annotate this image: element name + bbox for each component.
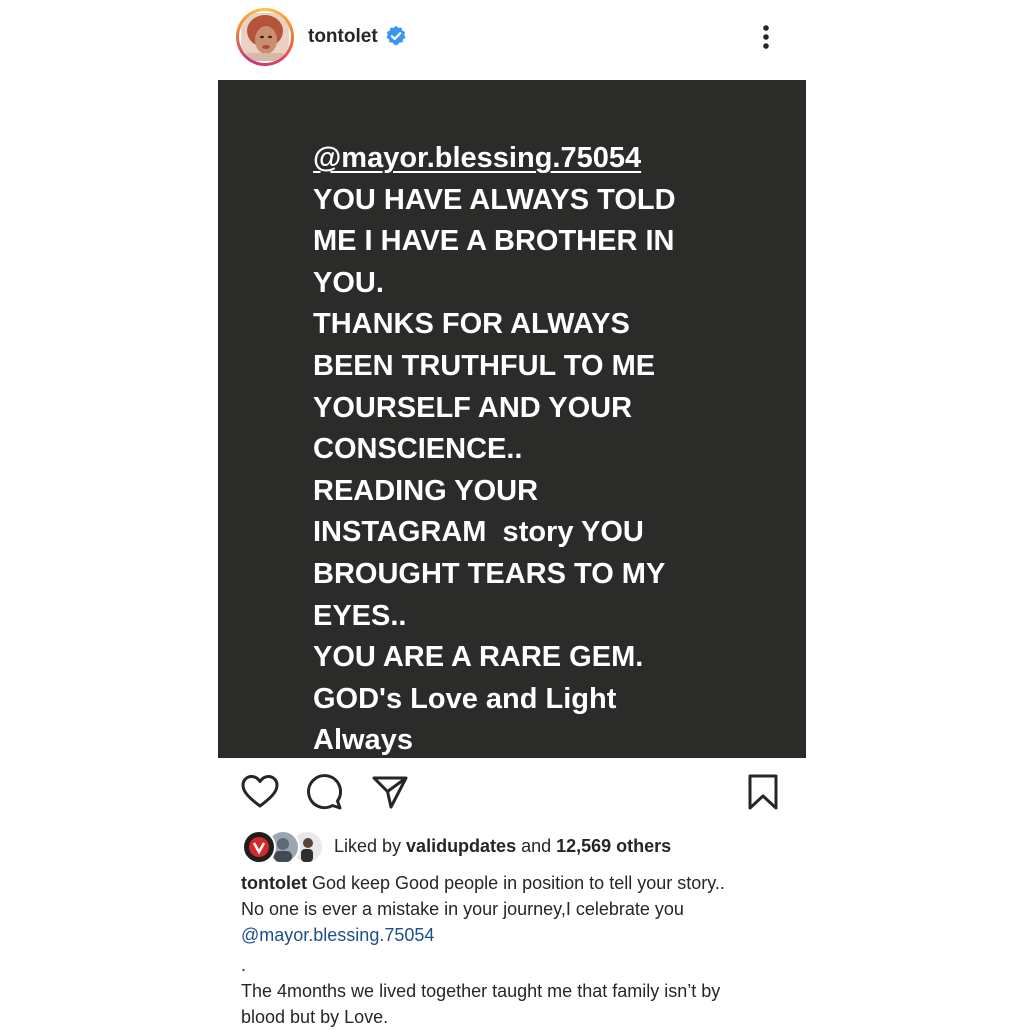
image-text-line: EYES.. xyxy=(313,599,407,632)
caption-username[interactable]: tontolet xyxy=(241,873,307,893)
post-image[interactable]: @mayor.blessing.75054 YOU HAVE ALWAYS TO… xyxy=(218,80,806,758)
post-username[interactable]: tontolet xyxy=(308,26,378,48)
post-actions xyxy=(218,768,806,816)
image-text-line: YOU ARE A RARE GEM. xyxy=(313,641,644,674)
liker-avatar xyxy=(242,830,276,864)
image-text-line: YOU. xyxy=(313,266,384,299)
caption-text: No one is ever a mistake in your journey… xyxy=(241,899,684,919)
image-text-line: GOD's Love and Light xyxy=(313,682,617,715)
caption-mention-link[interactable]: @mayor.blessing.75054 xyxy=(241,925,434,945)
caption-text: God keep Good people in position to tell… xyxy=(306,873,725,893)
caption-text: The 4months we lived together taught me … xyxy=(241,981,721,1001)
image-text-line: THANKS FOR ALWAYS xyxy=(313,308,630,341)
image-text-line: INSTAGRAM story YOU xyxy=(313,516,644,549)
avatar[interactable] xyxy=(236,8,294,66)
post-image-text: @mayor.blessing.75054 YOU HAVE ALWAYS TO… xyxy=(313,138,793,758)
caption-dot: . xyxy=(241,955,247,975)
comment-icon[interactable] xyxy=(304,772,344,812)
likes-count[interactable]: 12,569 others xyxy=(556,836,671,856)
image-text-line: YOURSELF AND YOUR xyxy=(313,391,633,424)
bookmark-icon[interactable] xyxy=(743,772,783,812)
more-vertical-icon[interactable] xyxy=(756,20,776,54)
image-text-line: BROUGHT TEARS TO MY xyxy=(313,557,666,590)
send-icon[interactable] xyxy=(370,772,410,812)
heart-icon[interactable] xyxy=(240,772,280,812)
post-header: tontolet xyxy=(218,6,806,70)
verified-badge-icon xyxy=(386,25,406,46)
likes-row: Liked by validupdates and 12,569 others xyxy=(240,830,800,864)
liked-by-user[interactable]: validupdates xyxy=(406,836,516,856)
likes-middle: and xyxy=(516,836,557,856)
avatar-image xyxy=(239,11,291,63)
likes-text[interactable]: Liked by validupdates and 12,569 others xyxy=(334,836,671,857)
image-text-line: ME I HAVE A BROTHER IN xyxy=(313,225,675,258)
caption-text: blood but by Love. xyxy=(241,1007,389,1027)
post-caption: tontolet God keep Good people in positio… xyxy=(241,870,801,1030)
image-text-line: BEEN TRUTHFUL TO ME xyxy=(313,349,656,382)
likes-prefix: Liked by xyxy=(334,836,407,856)
image-text-line: Always xyxy=(313,724,413,757)
instagram-post: tontolet @mayor.blessing.75054 YOU HAVE … xyxy=(218,0,806,1027)
image-text-line: CONSCIENCE.. xyxy=(313,433,523,466)
image-text-line: @mayor.blessing.75054 xyxy=(313,142,642,174)
image-text-line: READING YOUR xyxy=(313,474,539,507)
image-text-line: YOU HAVE ALWAYS TOLD xyxy=(313,183,676,216)
